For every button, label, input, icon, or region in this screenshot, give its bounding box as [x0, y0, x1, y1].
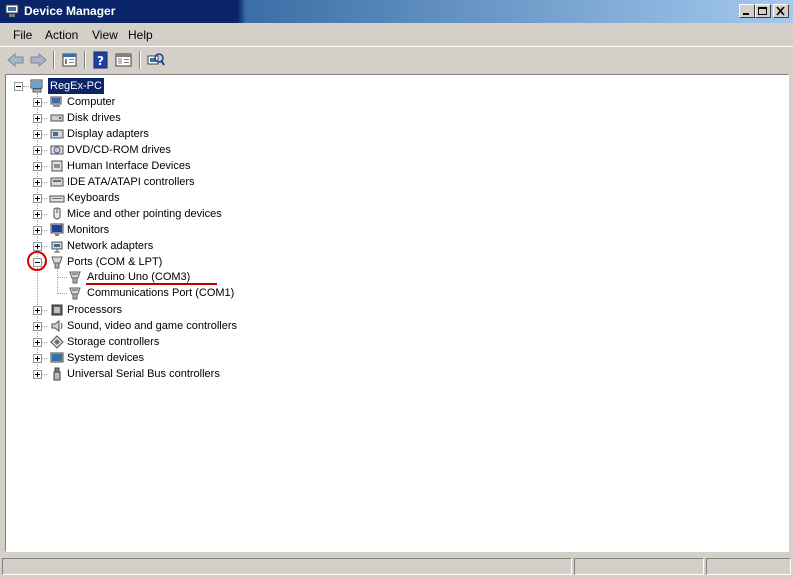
mouse-icon [53, 207, 61, 220]
status-panel-tertiary [706, 558, 791, 575]
port-icon [69, 271, 81, 284]
status-panel-main [2, 558, 572, 575]
expand-toggle-keyboards[interactable] [33, 194, 42, 203]
scan-hardware-changes-button[interactable] [146, 51, 166, 69]
show-hide-console-tree-icon [115, 53, 132, 67]
expand-toggle-network-adapters[interactable] [33, 242, 42, 251]
expand-toggle-system-devices[interactable] [33, 354, 42, 363]
system-device-icon [50, 352, 64, 363]
scan-hardware-changes-icon [147, 53, 165, 66]
storage-controller-icon [50, 335, 64, 349]
window-title: Device Manager [24, 4, 116, 18]
category-computer[interactable]: Computer [67, 94, 115, 110]
toolbar-separator [139, 51, 141, 69]
menu-bar: File Action View Help [0, 24, 793, 45]
computer-root-icon [30, 79, 43, 93]
category-storage-controllers[interactable]: Storage controllers [67, 334, 159, 350]
close-button[interactable] [773, 4, 789, 18]
ide-controller-icon [50, 177, 64, 187]
category-mice-and-other-pointing-devices[interactable]: Mice and other pointing devices [67, 206, 222, 222]
status-panel-secondary [574, 558, 704, 575]
toolbar-separator [84, 51, 86, 69]
toolbar-separator [53, 51, 55, 69]
maximize-button[interactable] [755, 4, 771, 18]
forward-arrow-icon [30, 52, 47, 68]
help-button[interactable]: ? [91, 51, 111, 69]
dvd-drive-icon [50, 145, 64, 155]
expand-toggle-display-adapters[interactable] [33, 130, 42, 139]
category-dvd-cd-rom-drives[interactable]: DVD/CD-ROM drives [67, 142, 171, 158]
processor-icon [51, 304, 63, 316]
menu-view[interactable]: View [92, 28, 118, 42]
tree-connector [57, 277, 67, 279]
forward-button[interactable] [28, 51, 48, 69]
category-monitors[interactable]: Monitors [67, 222, 109, 238]
annotation-underline [86, 283, 217, 285]
category-display-adapters[interactable]: Display adapters [67, 126, 149, 142]
category-system-devices[interactable]: System devices [67, 350, 144, 366]
device-manager-icon [5, 4, 19, 17]
menu-action[interactable]: Action [45, 28, 78, 42]
expand-toggle-human-interface-devices[interactable] [33, 162, 42, 171]
expand-toggle-universal-serial-bus-controllers[interactable] [33, 370, 42, 379]
monitor-icon [50, 223, 64, 236]
expand-toggle-disk-drives[interactable] [33, 114, 42, 123]
back-arrow-icon [7, 52, 24, 68]
disk-drive-icon [50, 114, 64, 122]
device-tree[interactable]: RegEx-PC Computer Disk drives Display adap… [5, 74, 789, 552]
status-bar [0, 556, 793, 578]
expand-toggle-storage-controllers[interactable] [33, 338, 42, 347]
tree-root-label[interactable]: RegEx-PC [48, 78, 104, 94]
port-item-communications-port[interactable]: Communications Port (COM1) [87, 285, 234, 301]
category-universal-serial-bus-controllers[interactable]: Universal Serial Bus controllers [67, 366, 220, 382]
expand-toggle-ide-ata-atapi-controllers[interactable] [33, 178, 42, 187]
close-icon [776, 7, 785, 16]
maximize-icon [758, 7, 767, 15]
expand-toggle-dvd-cd-rom-drives[interactable] [33, 146, 42, 155]
root-collapse-toggle[interactable] [14, 82, 23, 91]
category-human-interface-devices[interactable]: Human Interface Devices [67, 158, 191, 174]
title-bar[interactable]: Device Manager [0, 0, 793, 23]
category-ide-ata-atapi-controllers[interactable]: IDE ATA/ATAPI controllers [67, 174, 195, 190]
device-manager-window: Device Manager File Action View Help ? R… [0, 0, 793, 578]
category-sound-video-and-game-controllers[interactable]: Sound, video and game controllers [67, 318, 237, 334]
properties-button[interactable] [60, 51, 80, 69]
port-icon [69, 287, 81, 300]
back-button[interactable] [6, 51, 26, 69]
category-ports-com-lpt[interactable]: Ports (COM & LPT) [67, 254, 162, 270]
category-processors[interactable]: Processors [67, 302, 122, 318]
show-hide-console-tree-button[interactable] [114, 51, 134, 69]
toolbar: ? [0, 46, 793, 73]
help-icon: ? [93, 51, 108, 69]
properties-icon [62, 53, 77, 67]
tree-connector [57, 293, 67, 295]
network-adapter-icon [51, 241, 63, 253]
keyboard-icon [49, 195, 65, 203]
expand-toggle-computer[interactable] [33, 98, 42, 107]
sound-icon [51, 320, 63, 332]
annotation-circle [27, 251, 47, 271]
computer-icon [50, 96, 62, 107]
expand-toggle-monitors[interactable] [33, 226, 42, 235]
category-disk-drives[interactable]: Disk drives [67, 110, 121, 126]
port-icon [51, 256, 63, 269]
svg-text:?: ? [97, 54, 104, 68]
display-adapter-icon [50, 129, 64, 139]
menu-file[interactable]: File [13, 28, 32, 42]
hid-icon [51, 160, 63, 172]
tree-connector [57, 269, 59, 292]
category-network-adapters[interactable]: Network adapters [67, 238, 153, 254]
menu-help[interactable]: Help [128, 28, 153, 42]
device-tree-content: RegEx-PC Computer Disk drives Display adap… [6, 75, 788, 551]
expand-toggle-mice-and-other-pointing-devices[interactable] [33, 210, 42, 219]
minimize-icon [743, 13, 749, 15]
expand-toggle-processors[interactable] [33, 306, 42, 315]
expand-toggle-sound-video-and-game-controllers[interactable] [33, 322, 42, 331]
usb-icon [53, 367, 61, 381]
minimize-button[interactable] [739, 4, 755, 18]
category-keyboards[interactable]: Keyboards [67, 190, 120, 206]
